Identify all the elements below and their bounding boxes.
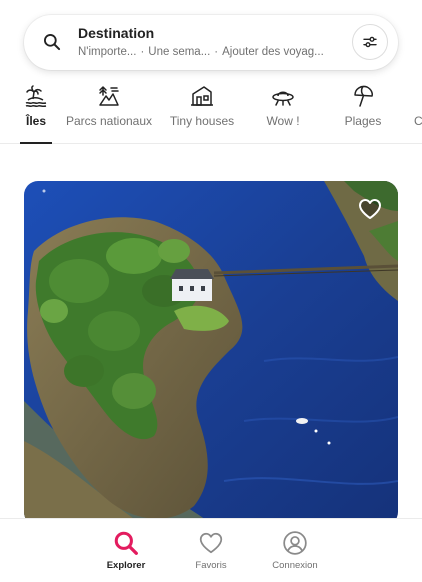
app-screen: Destination N'importe... · Une sema... · Ajo… xyxy=(0,0,422,582)
search-who: Ajouter des voyag... xyxy=(222,46,324,58)
beach-umbrella-icon xyxy=(354,85,373,107)
category-label: Wow ! xyxy=(266,114,300,128)
nav-label: Connexion xyxy=(272,560,318,571)
nav-label: Explorer xyxy=(106,560,146,571)
filters-button[interactable] xyxy=(352,24,388,60)
nav-explorer[interactable]: Explorer xyxy=(91,530,161,571)
search-title: Destination xyxy=(78,25,155,41)
category-wow[interactable]: Wow ! xyxy=(258,82,308,144)
category-label: Îles xyxy=(25,114,46,128)
category-label: Parcs nationaux xyxy=(65,114,153,128)
heart-icon xyxy=(199,532,223,554)
nav-label: Favoris xyxy=(195,560,227,571)
sliders-icon xyxy=(363,36,377,48)
user-circle-icon xyxy=(283,531,307,555)
listing-card[interactable] xyxy=(24,181,398,526)
tiny-house-icon xyxy=(191,86,213,106)
category-bar: Îles Parcs nationaux Tiny houses Wow ! P… xyxy=(0,82,422,144)
search-icon xyxy=(44,34,61,51)
ufo-icon xyxy=(272,91,294,106)
category-label: C xyxy=(414,114,422,128)
category-beaches[interactable]: Plages xyxy=(338,82,388,144)
category-label: Plages xyxy=(344,114,382,128)
listing-photo xyxy=(24,181,398,526)
nav-connexion[interactable]: Connexion xyxy=(260,530,330,571)
active-indicator xyxy=(20,142,52,144)
category-label: Tiny houses xyxy=(169,114,235,128)
search-subtitle: N'importe... · Une sema... · Ajouter des voy… xyxy=(78,44,344,60)
search-bar[interactable]: Destination N'importe... · Une sema... · Ajo… xyxy=(24,15,398,70)
nav-favoris[interactable]: Favoris xyxy=(176,530,246,571)
search-icon xyxy=(114,531,138,555)
search-text: Destination N'importe... · Une sema... · Ajo… xyxy=(78,25,344,60)
category-partial[interactable]: C xyxy=(414,82,422,144)
bottom-nav: Explorer Favoris Connexion xyxy=(0,518,422,582)
heart-icon[interactable] xyxy=(358,197,382,221)
category-islands[interactable]: Îles xyxy=(18,82,54,144)
search-when: Une sema... xyxy=(148,46,211,58)
category-national-parks[interactable]: Parcs nationaux xyxy=(62,82,156,144)
national-park-icon xyxy=(99,85,119,106)
separator: · xyxy=(214,46,219,58)
separator: · xyxy=(140,46,145,58)
category-tiny-houses[interactable]: Tiny houses xyxy=(166,82,238,144)
search-where: N'importe... xyxy=(78,46,137,58)
island-icon xyxy=(25,85,47,108)
